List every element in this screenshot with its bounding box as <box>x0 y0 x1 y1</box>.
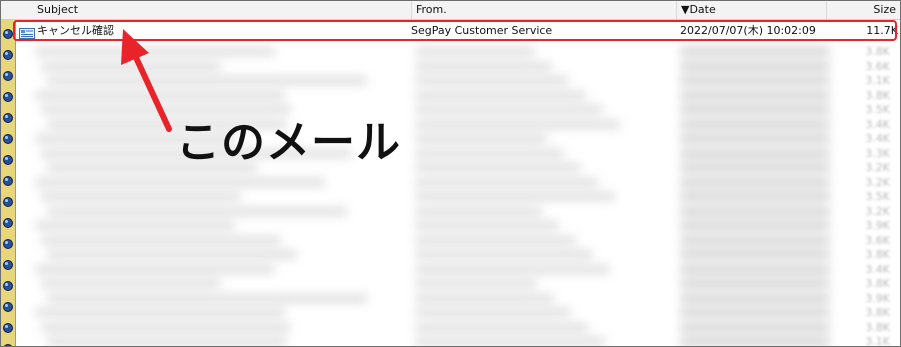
date-column-header[interactable]: ▼Date <box>676 1 826 19</box>
status-dot-icon <box>3 260 13 270</box>
annotation-label: このメール <box>176 117 401 168</box>
status-dot-icon <box>3 29 13 39</box>
status-gutter <box>1 20 16 346</box>
size-column-label: Size <box>873 3 896 16</box>
status-dot-icon <box>3 197 13 207</box>
from-column-label: From. <box>416 3 447 16</box>
status-icons <box>3 29 13 346</box>
status-dot-icon <box>3 239 13 249</box>
subject-column-label: Subject <box>37 3 79 16</box>
status-dot-icon <box>3 281 13 291</box>
status-dot-icon <box>3 92 13 102</box>
status-dot-icon <box>3 50 13 60</box>
status-dot-icon <box>3 218 13 228</box>
status-dot-icon <box>3 302 13 312</box>
blurred-date <box>680 337 830 346</box>
subject-column-header[interactable]: Subject <box>15 1 411 19</box>
status-dot-icon <box>3 323 13 333</box>
mail-list-window: Subject From. ▼Date Size キャンセル確認 SegPay … <box>0 0 901 347</box>
date-column-label: ▼Date <box>681 3 716 16</box>
status-dot-icon <box>3 71 13 81</box>
message-row[interactable]: 3.1K <box>15 331 900 347</box>
status-dot-icon <box>3 113 13 123</box>
status-dot-icon <box>3 176 13 186</box>
from-column-header[interactable]: From. <box>411 1 676 19</box>
blurred-size: 3.1K <box>865 335 890 347</box>
status-dot-icon <box>3 155 13 165</box>
status-dot-icon <box>3 134 13 144</box>
blurred-from <box>415 337 605 346</box>
column-header: Subject From. ▼Date Size <box>1 1 900 20</box>
size-column-header[interactable]: Size <box>826 1 900 19</box>
blurred-subject <box>47 337 287 346</box>
